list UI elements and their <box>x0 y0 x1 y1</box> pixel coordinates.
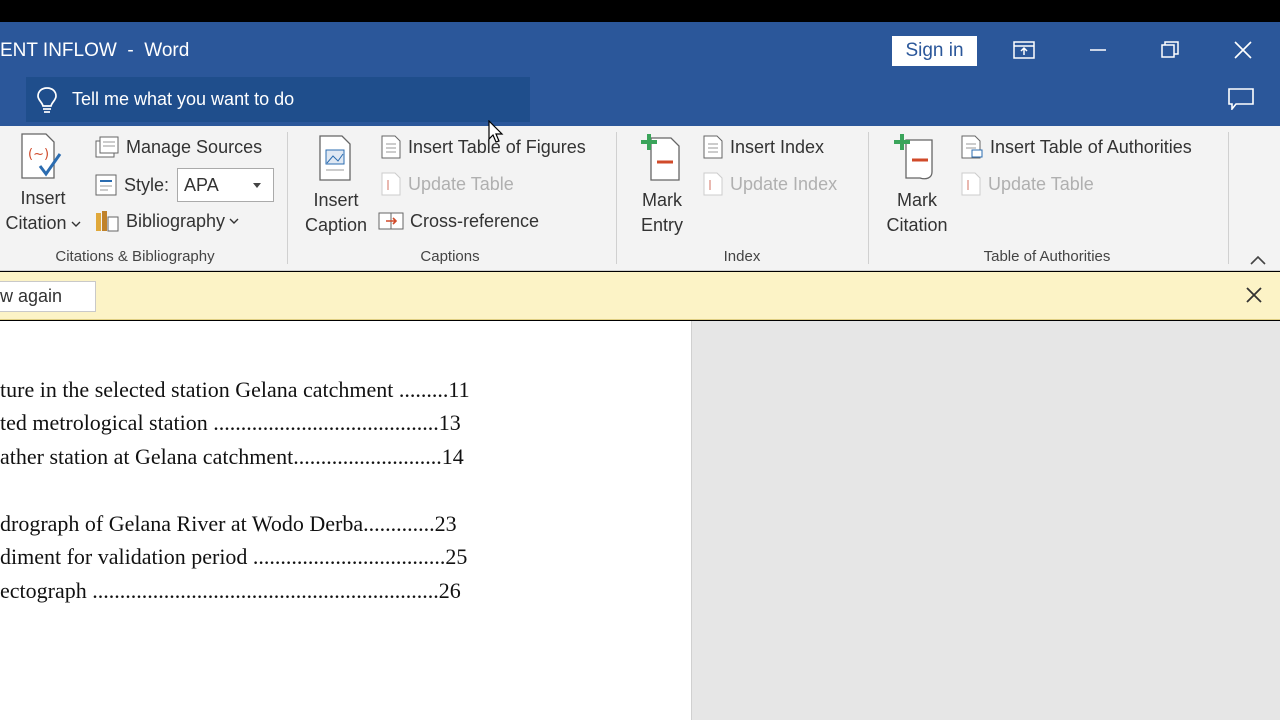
canvas-background <box>692 321 1280 720</box>
message-bar-close-button[interactable] <box>1244 285 1264 310</box>
mouse-cursor-icon <box>488 120 504 143</box>
toc-line: drograph of Gelana River at Wodo Derba..… <box>0 511 457 536</box>
update-table-authorities-label: Update Table <box>988 173 1094 194</box>
insert-index-label: Insert Index <box>730 136 825 157</box>
update-table-icon <box>381 172 401 196</box>
style-dropdown[interactable]: APA <box>177 168 275 202</box>
manage-sources-button[interactable]: Manage Sources <box>94 135 262 159</box>
insert-index-icon <box>703 135 723 159</box>
mark-citation-label-1: Mark <box>897 190 937 210</box>
sign-in-button[interactable]: Sign in <box>892 36 977 66</box>
manage-sources-label: Manage Sources <box>126 136 263 157</box>
group-label-authorities: Table of Authorities <box>983 248 1111 265</box>
insert-caption-icon <box>319 135 351 181</box>
insert-caption-button[interactable]: Insert Caption <box>296 134 376 238</box>
message-bar: w again <box>0 272 1280 320</box>
window-title: ENT INFLOW - Word <box>0 40 190 61</box>
mark-citation-icon <box>894 134 933 180</box>
ribbon-separator <box>868 132 869 264</box>
update-table-figures-button[interactable]: Update Table <box>380 172 514 196</box>
ribbon-display-options-button[interactable] <box>1001 32 1047 68</box>
mark-citation-label-2: Citation <box>886 215 948 235</box>
cross-reference-icon <box>378 212 404 230</box>
restore-icon <box>1161 41 1179 58</box>
group-label-citations: Citations & Bibliography <box>55 248 215 265</box>
insert-table-of-figures-button[interactable]: Insert Table of Figures <box>380 135 586 159</box>
mark-entry-button[interactable]: Mark Entry <box>626 132 698 238</box>
mark-entry-label-2: Entry <box>640 215 683 235</box>
ribbon-references: (~) Insert Citation Manage Sources Style… <box>0 126 1280 271</box>
restore-button[interactable] <box>1147 32 1193 68</box>
bibliography-label: Bibliography <box>126 210 226 231</box>
manage-sources-icon <box>95 136 119 158</box>
comment-icon <box>1228 88 1254 112</box>
table-of-authorities-icon <box>961 135 983 159</box>
ribbon-separator <box>1228 132 1229 264</box>
bibliography-button[interactable]: Bibliography <box>94 209 245 233</box>
bibliography-icon <box>96 211 119 232</box>
style-icon <box>95 174 117 196</box>
close-button[interactable] <box>1220 32 1266 68</box>
style-control: Style: APA <box>94 168 275 202</box>
insert-table-of-authorities-button[interactable]: Insert Table of Authorities <box>960 135 1192 159</box>
style-value: APA <box>184 174 219 195</box>
ribbon-separator <box>287 132 288 264</box>
tell-me-search-box[interactable]: Tell me what you want to do <box>26 77 530 122</box>
message-bar-button[interactable]: w again <box>0 281 96 312</box>
group-label-index: Index <box>723 248 761 265</box>
lightbulb-icon <box>37 86 57 113</box>
ribbon-separator <box>616 132 617 264</box>
mark-entry-label-1: Mark <box>642 190 682 210</box>
chevron-down-icon <box>71 221 81 227</box>
chevron-down-icon <box>229 218 239 224</box>
toc-line: ture in the selected station Gelana catc… <box>0 377 470 402</box>
group-label-captions: Captions <box>420 248 480 265</box>
minimize-icon <box>1090 49 1106 51</box>
update-table-icon <box>961 172 981 196</box>
close-icon <box>1246 287 1262 303</box>
insert-caption-label-2: Caption <box>304 215 368 235</box>
svg-text:(~): (~) <box>28 147 49 162</box>
update-index-icon <box>703 172 723 196</box>
collapse-ribbon-button[interactable] <box>1250 252 1266 270</box>
comments-button[interactable] <box>1228 88 1254 115</box>
insert-citation-label-1: Insert <box>20 188 66 208</box>
insert-citation-icon: (~) <box>21 133 62 179</box>
insert-index-button[interactable]: Insert Index <box>702 135 824 159</box>
update-table-figures-label: Update Table <box>408 173 514 194</box>
update-table-authorities-button[interactable]: Update Table <box>960 172 1094 196</box>
update-index-label: Update Index <box>730 173 838 194</box>
dropdown-arrow-icon <box>253 182 262 188</box>
toc-line: ather station at Gelana catchment.......… <box>0 444 464 469</box>
mark-citation-button[interactable]: Mark Citation <box>878 132 956 238</box>
cross-reference-button[interactable]: Cross-reference <box>378 209 539 233</box>
chevron-up-icon <box>1250 255 1266 265</box>
insert-citation-label-2: Citation <box>5 213 67 233</box>
table-of-figures-icon <box>381 135 401 159</box>
toc-line: diment for validation period ...........… <box>0 544 468 569</box>
insert-caption-label-1: Insert <box>313 190 359 210</box>
update-index-button[interactable]: Update Index <box>702 172 837 196</box>
toc-line: ectograph ..............................… <box>0 578 461 603</box>
title-bar: ENT INFLOW - Word Sign in Tell me what y… <box>0 22 1280 126</box>
toc-line: ted metrological station ...............… <box>0 410 461 435</box>
document-page[interactable]: ture in the selected station Gelana catc… <box>0 321 692 720</box>
style-label: Style: <box>124 174 170 195</box>
ribbon-display-icon <box>1013 41 1035 59</box>
insert-table-of-authorities-label: Insert Table of Authorities <box>990 136 1192 157</box>
tell-me-placeholder: Tell me what you want to do <box>72 89 295 109</box>
minimize-button[interactable] <box>1075 32 1121 68</box>
cross-reference-label: Cross-reference <box>410 210 540 231</box>
mark-entry-icon <box>641 134 680 181</box>
insert-citation-button[interactable]: (~) Insert Citation <box>0 132 86 236</box>
close-icon <box>1234 41 1252 59</box>
